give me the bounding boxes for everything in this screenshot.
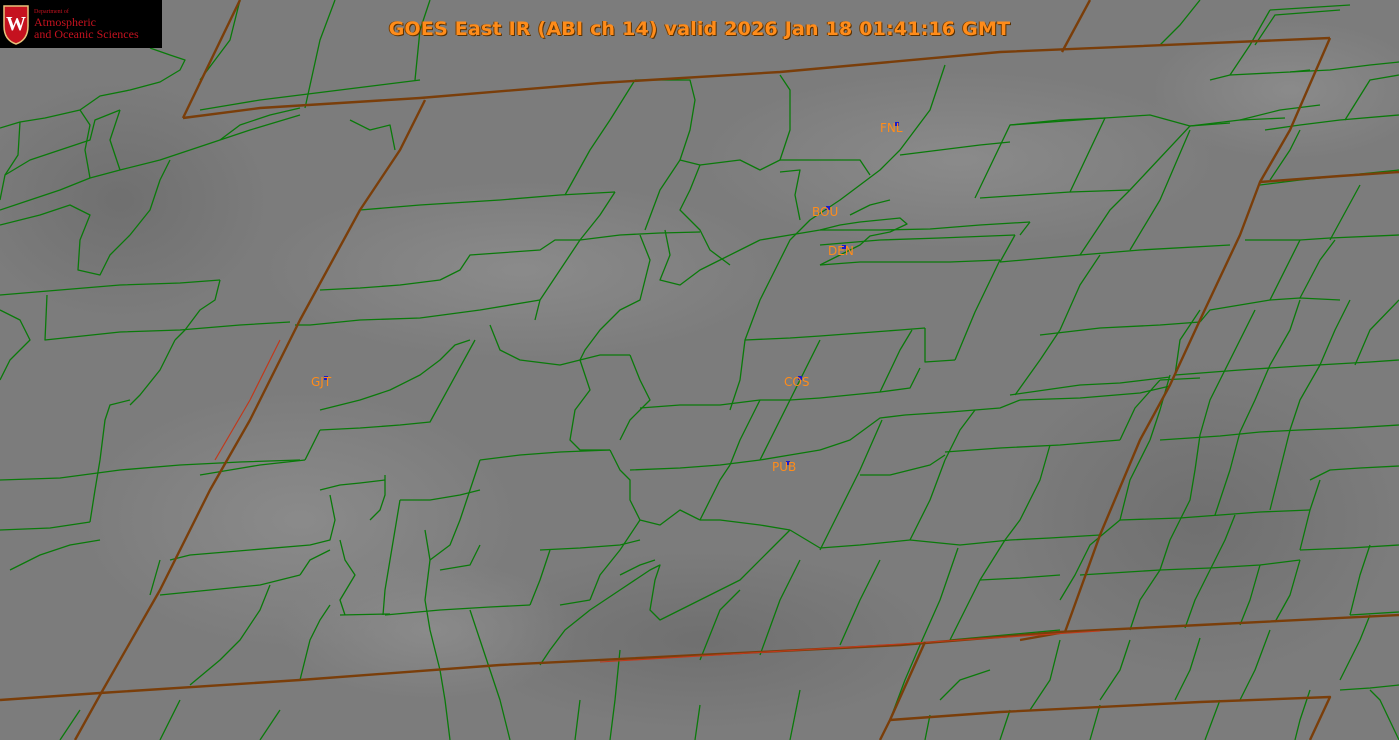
station-fnl-label: FNL <box>880 121 903 135</box>
satellite-map: FNL BOU DEN GJT COS PUB <box>0 0 1399 740</box>
station-pub[interactable]: PUB <box>772 460 796 474</box>
station-den[interactable]: DEN <box>828 244 854 258</box>
station-gjt[interactable]: GJT <box>311 375 332 389</box>
station-bou-label: BOU <box>812 205 838 219</box>
station-fnl[interactable]: FNL <box>880 121 903 135</box>
station-cos-label: COS <box>784 375 809 389</box>
station-cos[interactable]: COS <box>784 375 809 389</box>
station-gjt-label: GJT <box>311 375 332 389</box>
station-pub-label: PUB <box>772 460 796 474</box>
ir-imagery <box>0 0 1399 740</box>
station-den-label: DEN <box>828 244 854 258</box>
station-bou[interactable]: BOU <box>812 205 838 219</box>
image-title: GOES East IR (ABI ch 14) valid 2026 Jan … <box>388 18 1011 40</box>
